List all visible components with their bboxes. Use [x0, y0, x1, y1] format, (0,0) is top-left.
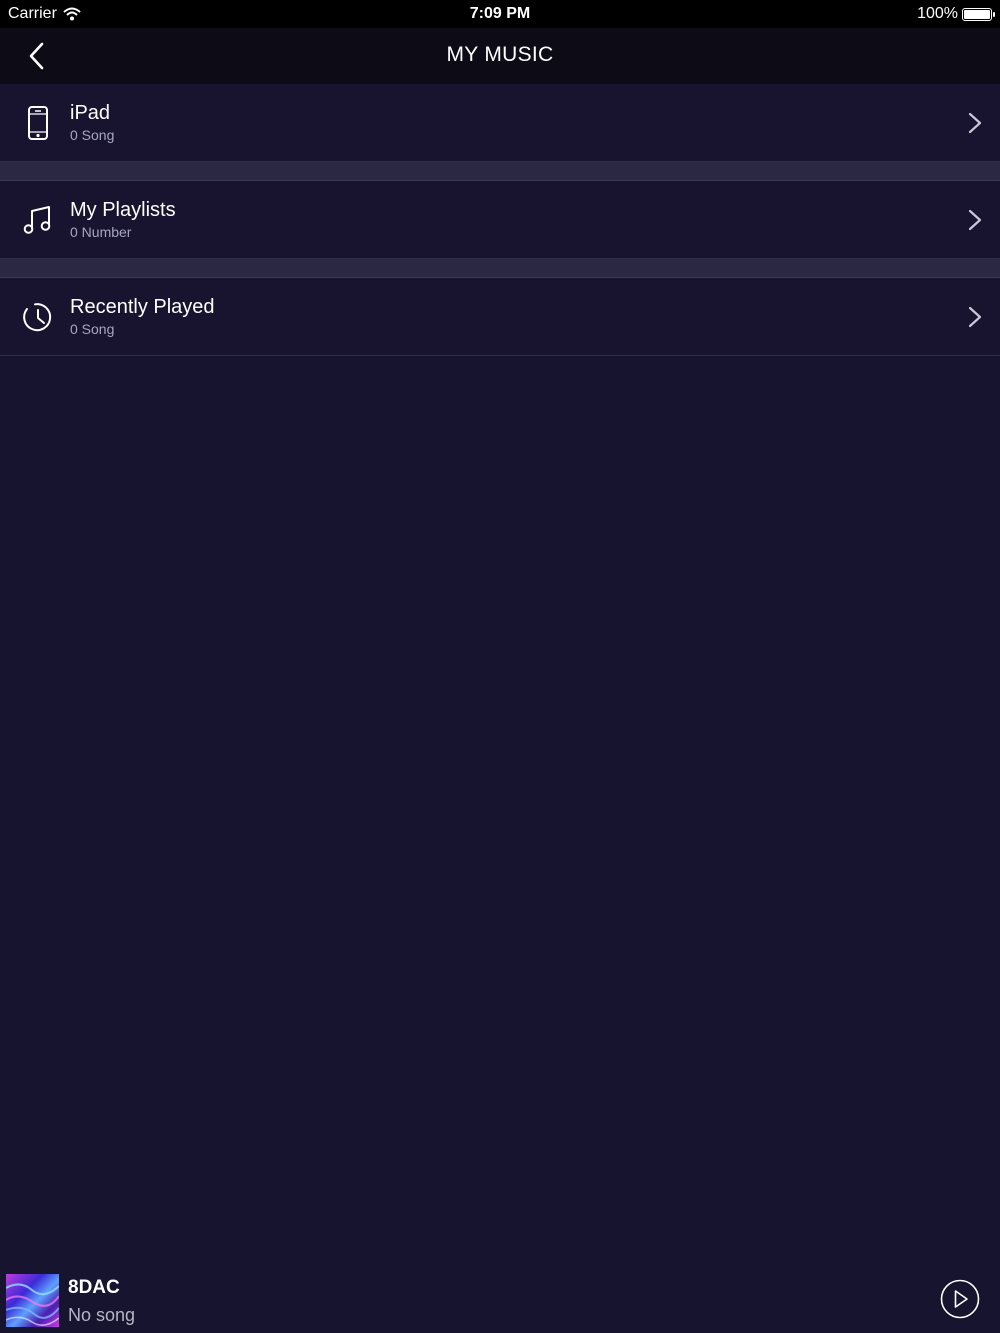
clock-icon — [18, 297, 58, 337]
battery-icon — [962, 7, 995, 21]
list-item-ipad[interactable]: iPad 0 Song — [0, 84, 1000, 162]
section-divider — [0, 162, 1000, 181]
list-item-count: 0 Number — [70, 224, 132, 240]
list-item-label: My Playlists — [70, 199, 176, 221]
chevron-right-icon — [968, 209, 982, 231]
battery-percent: 100% — [917, 5, 958, 22]
chevron-right-icon — [968, 306, 982, 328]
status-bar: Carrier 7:09 PM 100% — [0, 0, 1000, 28]
battery-indicator: 100% — [917, 5, 995, 23]
section-divider — [0, 259, 1000, 278]
player-title: 8DAC — [68, 1277, 120, 1298]
page-title: MY MUSIC — [446, 43, 554, 66]
list-item-recently-played[interactable]: Recently Played 0 Song — [0, 278, 1000, 356]
play-icon[interactable] — [940, 1279, 980, 1319]
chevron-right-icon — [968, 112, 982, 134]
list-item-count: 0 Song — [70, 321, 115, 337]
mini-player[interactable]: 8DAC No song — [0, 1266, 1000, 1333]
music-source-list: iPad 0 Song My Playlists 0 Number Recent… — [0, 84, 1000, 356]
list-item-label: Recently Played — [70, 296, 215, 318]
list-item-my-playlists[interactable]: My Playlists 0 Number — [0, 181, 1000, 259]
status-time: 7:09 PM — [469, 5, 531, 22]
list-item-label: iPad — [70, 102, 111, 124]
music-note-icon — [18, 200, 58, 240]
device-icon — [18, 103, 58, 143]
list-item-count: 0 Song — [70, 127, 115, 143]
album-artwork — [6, 1274, 59, 1327]
navigation-bar: MY MUSIC — [0, 28, 1000, 84]
player-status: No song — [68, 1305, 136, 1325]
